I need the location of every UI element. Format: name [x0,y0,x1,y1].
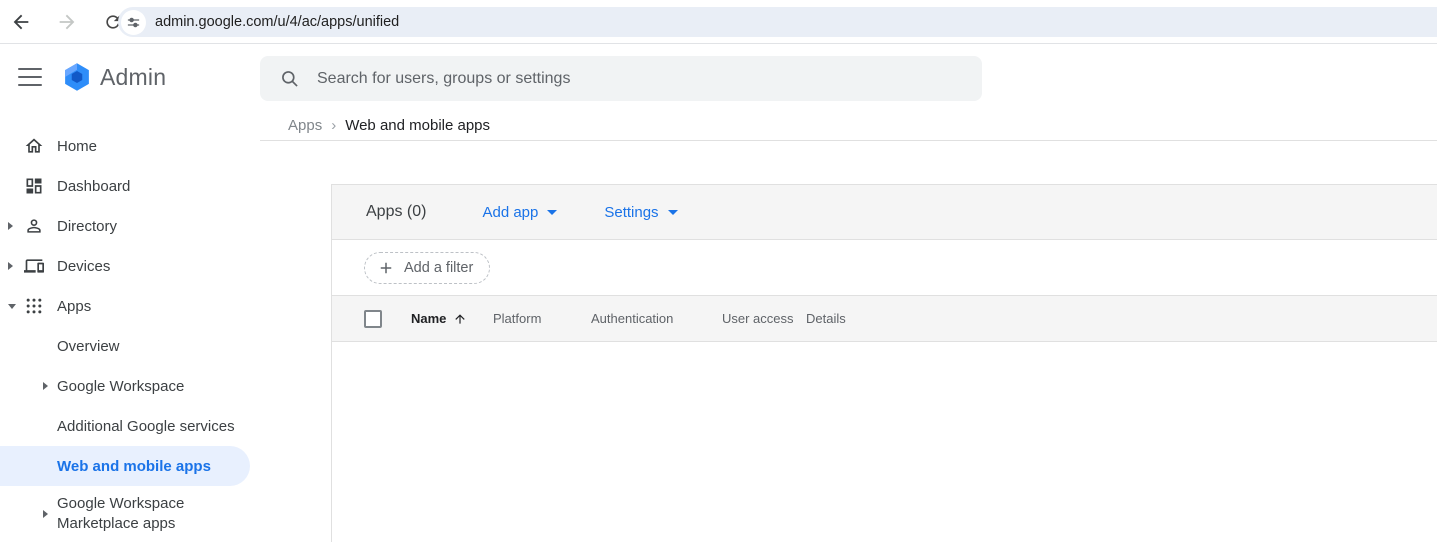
dashboard-icon [24,176,44,196]
apps-toolbar: Apps (0) Add app Settings [332,185,1437,240]
expand-down-icon[interactable] [8,304,16,309]
plus-icon [377,259,395,277]
forward-arrow-icon [56,11,78,33]
tune-icon [126,15,141,30]
apps-list-panel: Apps (0) Add app Settings Add a filter N… [331,184,1437,542]
person-icon [24,216,44,236]
add-app-button[interactable]: Add app [482,204,557,221]
admin-console-header: Admin [0,45,1437,110]
sidebar-item-dashboard[interactable]: Dashboard [0,166,260,206]
filter-row: Add a filter [332,240,1437,296]
breadcrumb-apps-link[interactable]: Apps [288,117,322,134]
column-header-platform[interactable]: Platform [493,311,591,326]
add-filter-chip[interactable]: Add a filter [364,252,490,284]
sidebar-nav: Home Dashboard Directory Devices Apps [0,126,260,542]
expand-right-icon[interactable] [43,382,48,390]
sidebar-item-overview[interactable]: Overview [0,326,260,366]
expand-right-icon[interactable] [8,262,13,270]
expand-right-icon[interactable] [43,510,48,518]
expand-right-icon[interactable] [8,222,13,230]
sidebar-item-gw-marketplace-apps[interactable]: Google Workspace Marketplace apps [0,486,260,542]
dropdown-arrow-icon [547,210,557,215]
google-admin-hexagon-icon [62,62,92,92]
column-header-name[interactable]: Name [411,311,493,326]
apps-table-header: Name Platform Authentication User access… [332,296,1437,342]
apps-count-title: Apps (0) [366,203,426,221]
sidebar-item-home[interactable]: Home [0,126,260,166]
main-menu-button[interactable] [18,67,42,87]
apps-grid-icon [24,296,44,316]
search-input[interactable] [317,70,937,88]
back-arrow-icon [10,11,32,33]
sidebar-item-devices[interactable]: Devices [0,246,260,286]
hamburger-icon [18,68,42,70]
browser-back-button[interactable] [4,5,38,39]
browser-toolbar: admin.google.com/u/4/ac/apps/unified [0,0,1437,44]
product-name: Admin [100,64,166,91]
browser-forward-button[interactable] [50,5,84,39]
chevron-right-icon: › [331,117,336,134]
column-header-authentication[interactable]: Authentication [591,311,722,326]
column-header-details[interactable]: Details [806,311,846,326]
select-all-checkbox[interactable] [364,310,382,328]
sidebar-item-web-and-mobile-apps[interactable]: Web and mobile apps [0,446,250,486]
sort-ascending-icon [453,312,467,326]
admin-search-bar[interactable] [260,56,982,101]
sidebar-item-apps[interactable]: Apps [0,286,260,326]
breadcrumb: Apps › Web and mobile apps [260,110,1437,141]
home-icon [24,136,44,156]
site-settings-chip[interactable] [121,10,146,35]
sidebar-item-directory[interactable]: Directory [0,206,260,246]
url-text: admin.google.com/u/4/ac/apps/unified [155,14,399,30]
address-bar[interactable]: admin.google.com/u/4/ac/apps/unified [118,7,1437,37]
search-icon [280,69,300,89]
dropdown-arrow-icon [668,210,678,215]
admin-logo[interactable]: Admin [62,62,166,92]
settings-button[interactable]: Settings [604,204,677,221]
breadcrumb-current-page: Web and mobile apps [345,117,490,134]
sidebar-item-additional-google-services[interactable]: Additional Google services [0,406,260,446]
column-header-user-access[interactable]: User access [722,311,806,326]
sidebar-item-google-workspace[interactable]: Google Workspace [0,366,260,406]
devices-icon [24,256,44,276]
